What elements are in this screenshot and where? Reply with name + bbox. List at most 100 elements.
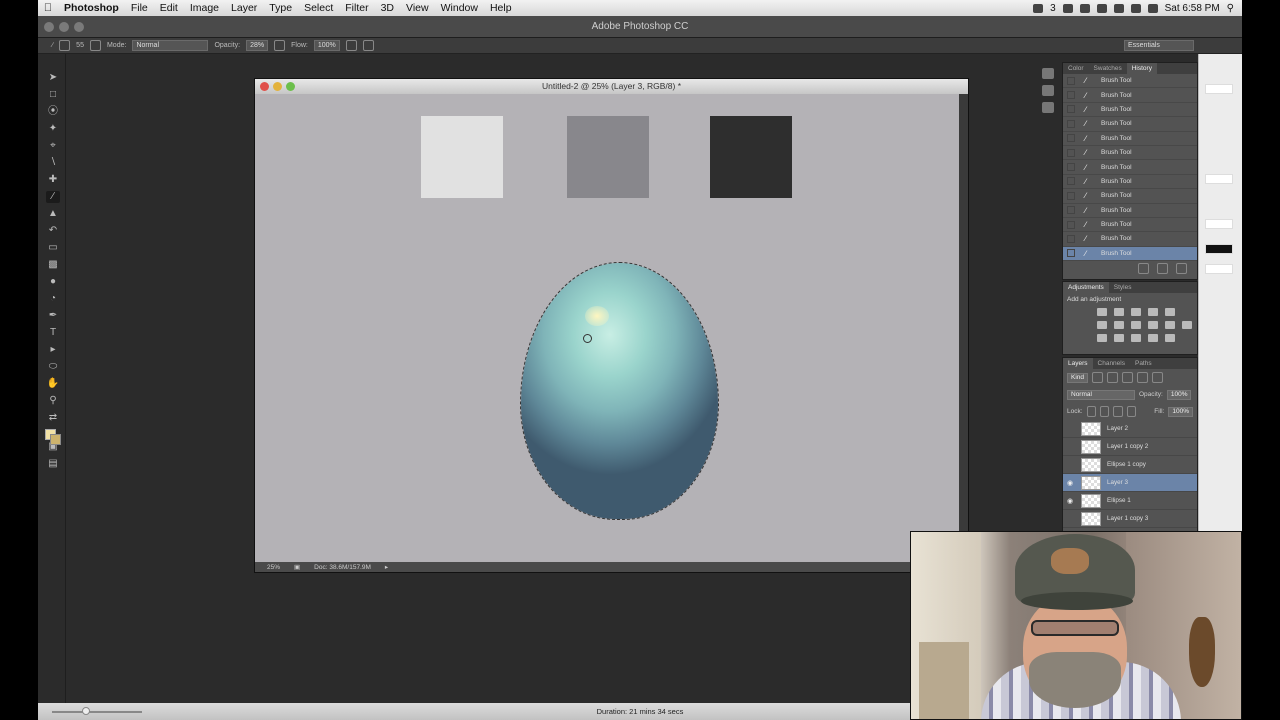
- tab-adjustments[interactable]: Adjustments: [1063, 282, 1109, 293]
- filter-adjustment-icon[interactable]: [1107, 372, 1119, 383]
- tab-layers[interactable]: Layers: [1063, 358, 1093, 369]
- tab-paths[interactable]: Paths: [1130, 360, 1157, 367]
- screen-mode-icon[interactable]: ▤: [46, 458, 60, 470]
- filter-type-icon[interactable]: [1122, 372, 1134, 383]
- background-color[interactable]: [50, 434, 61, 445]
- close-window-button[interactable]: [44, 22, 54, 32]
- mode-select[interactable]: Normal: [132, 40, 209, 51]
- document-title-bar[interactable]: Untitled-2 @ 25% (Layer 3, RGB/8) *: [255, 79, 968, 94]
- layer-row[interactable]: ◉ Layer 3: [1063, 474, 1197, 492]
- snapshot-source-box[interactable]: [1067, 206, 1075, 215]
- channel-mixer-icon[interactable]: [1165, 321, 1175, 329]
- menu-layer[interactable]: Layer: [225, 2, 263, 14]
- hue-saturation-icon[interactable]: [1097, 321, 1107, 329]
- layer-row[interactable]: Layer 1 copy 2: [1063, 438, 1197, 456]
- export-icon[interactable]: ▣: [294, 563, 300, 571]
- info-panel-icon[interactable]: [1042, 68, 1054, 79]
- snapshot-source-box[interactable]: [1067, 249, 1075, 258]
- history-brush-tool-icon[interactable]: ↶: [46, 225, 60, 237]
- spotlight-icon[interactable]: ⚲: [1227, 3, 1234, 14]
- history-state[interactable]: ∕ Brush Tool: [1063, 189, 1197, 204]
- selective-color-icon[interactable]: [1165, 334, 1175, 342]
- color-balance-icon[interactable]: [1114, 321, 1124, 329]
- threshold-icon[interactable]: [1131, 334, 1141, 342]
- zoom-window-button[interactable]: [74, 22, 84, 32]
- workspace-select[interactable]: Essentials: [1124, 40, 1194, 51]
- menu-window[interactable]: Window: [435, 2, 484, 14]
- visibility-eye-icon[interactable]: ◉: [1063, 479, 1077, 487]
- brush-panel-toggle-icon[interactable]: [89, 40, 101, 51]
- history-state[interactable]: ∕ Brush Tool: [1063, 246, 1197, 262]
- menu-filter[interactable]: Filter: [339, 2, 374, 14]
- layer-row[interactable]: Layer 2: [1063, 420, 1197, 438]
- dodge-tool-icon[interactable]: ◔: [46, 293, 60, 305]
- gradient-map-icon[interactable]: [1148, 334, 1158, 342]
- pen-tool-icon[interactable]: ✒: [46, 310, 60, 322]
- history-state[interactable]: ∕ Brush Tool: [1063, 175, 1197, 190]
- tab-styles[interactable]: Styles: [1109, 284, 1137, 291]
- zoom-slider-knob[interactable]: [82, 707, 90, 715]
- layer-blend-mode[interactable]: Normal: [1067, 389, 1135, 400]
- eyedropper-tool-icon[interactable]: ∖: [46, 157, 60, 169]
- menu-view[interactable]: View: [400, 2, 435, 14]
- zoom-level[interactable]: 25%: [267, 564, 280, 571]
- vibrance-icon[interactable]: [1165, 308, 1175, 316]
- bluetooth-icon[interactable]: [1096, 3, 1107, 13]
- menu-type[interactable]: Type: [263, 2, 298, 14]
- grid-icon[interactable]: [1062, 3, 1073, 13]
- blur-tool-icon[interactable]: ●: [46, 276, 60, 288]
- cloud-icon[interactable]: [1079, 3, 1090, 13]
- curves-icon[interactable]: [1131, 308, 1141, 316]
- brush-panel-icon[interactable]: [1042, 85, 1054, 96]
- zoom-slider[interactable]: [52, 711, 142, 713]
- layer-fill-field[interactable]: 100%: [1168, 406, 1193, 417]
- black-white-icon[interactable]: [1131, 321, 1141, 329]
- move-tool-icon[interactable]: ➤: [46, 72, 60, 84]
- visibility-eye-icon[interactable]: ◉: [1063, 497, 1077, 505]
- apple-icon[interactable]: : [38, 2, 58, 14]
- invert-icon[interactable]: [1097, 334, 1107, 342]
- delete-state-icon[interactable]: [1176, 262, 1187, 274]
- history-state[interactable]: ∕ Brush Tool: [1063, 74, 1197, 89]
- battery-icon[interactable]: [1147, 3, 1158, 13]
- canvas[interactable]: [255, 94, 960, 564]
- brush-tool-icon[interactable]: ∕: [52, 42, 53, 49]
- zoom-tool-icon[interactable]: ⚲: [46, 395, 60, 407]
- crop-tool-icon[interactable]: ⌖: [46, 140, 60, 152]
- stamp-tool-icon[interactable]: ▲: [46, 208, 60, 220]
- exposure-icon[interactable]: [1148, 308, 1158, 316]
- pressure-opacity-icon[interactable]: [274, 40, 286, 51]
- snapshot-source-box[interactable]: [1067, 191, 1075, 200]
- menu-file[interactable]: File: [125, 2, 154, 14]
- pressure-size-icon[interactable]: [362, 40, 374, 51]
- layer-opacity-field[interactable]: 100%: [1166, 389, 1192, 400]
- quick-select-tool-icon[interactable]: ✦: [46, 123, 60, 135]
- marquee-tool-icon[interactable]: □: [46, 89, 60, 101]
- layer-row[interactable]: Layer 1 copy 3: [1063, 510, 1197, 528]
- status-menu-arrow-icon[interactable]: ▸: [385, 563, 388, 571]
- snapshot-source-box[interactable]: [1067, 91, 1075, 100]
- history-state[interactable]: ∕ Brush Tool: [1063, 204, 1197, 218]
- swap-colors-icon[interactable]: ⇄: [46, 412, 60, 424]
- airbrush-icon[interactable]: [345, 40, 357, 51]
- close-document-button[interactable]: [260, 82, 269, 91]
- clock[interactable]: Sat 6:58 PM: [1165, 3, 1220, 14]
- snapshot-source-box[interactable]: [1067, 105, 1075, 114]
- vertical-scrollbar[interactable]: [959, 94, 968, 564]
- history-state[interactable]: ∕ Brush Tool: [1063, 218, 1197, 233]
- hand-tool-icon[interactable]: ✋: [46, 378, 60, 390]
- wifi-icon[interactable]: [1113, 3, 1124, 13]
- lasso-tool-icon[interactable]: ⦿: [46, 106, 60, 118]
- new-document-from-state-icon[interactable]: [1138, 262, 1149, 274]
- history-state[interactable]: ∕ Brush Tool: [1063, 88, 1197, 103]
- history-state[interactable]: ∕ Brush Tool: [1063, 146, 1197, 161]
- tab-history[interactable]: History: [1126, 63, 1157, 74]
- lock-transparent-icon[interactable]: [1086, 406, 1096, 417]
- brush-preset-picker[interactable]: [59, 40, 71, 51]
- layer-row[interactable]: ◉ Ellipse 1: [1063, 492, 1197, 510]
- snapshot-source-box[interactable]: [1067, 119, 1075, 128]
- minimize-document-button[interactable]: [273, 82, 282, 91]
- healing-tool-icon[interactable]: ✚: [46, 174, 60, 186]
- levels-icon[interactable]: [1114, 308, 1124, 316]
- volume-icon[interactable]: [1130, 3, 1141, 13]
